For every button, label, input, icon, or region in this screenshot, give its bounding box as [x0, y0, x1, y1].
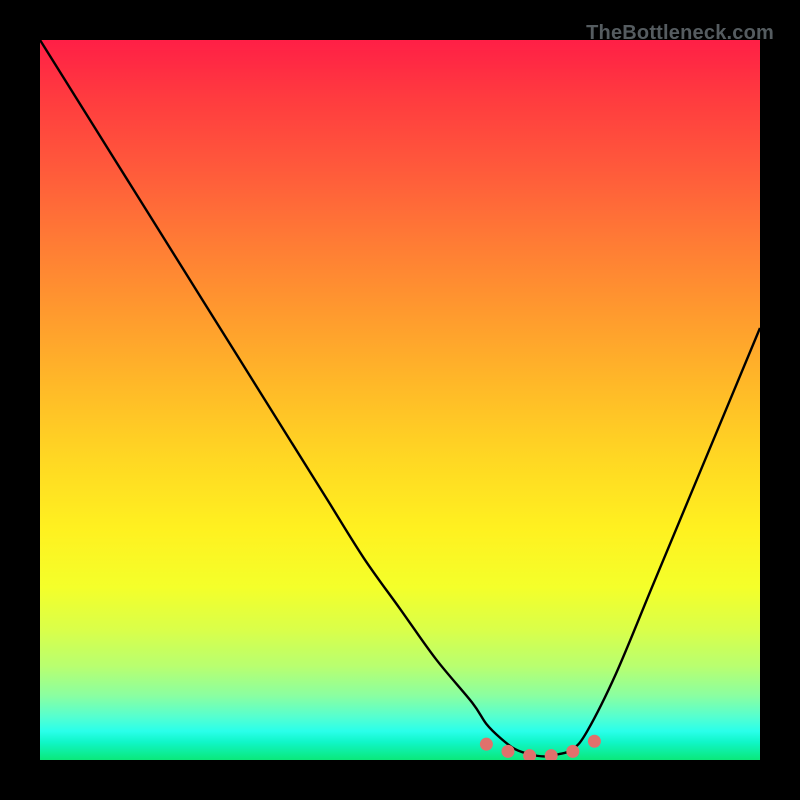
plot-area — [40, 40, 760, 760]
curve-path — [40, 40, 760, 756]
watermark-text: TheBottleneck.com — [586, 22, 774, 45]
minimum-marker — [480, 738, 493, 751]
minimum-marker — [588, 735, 601, 748]
minimum-marker — [523, 749, 536, 760]
chart-frame: TheBottleneck.com — [20, 20, 780, 780]
minimum-marker — [502, 745, 515, 758]
minimum-marker — [566, 745, 579, 758]
minimum-marker — [545, 749, 558, 760]
bottleneck-curve — [40, 40, 760, 760]
